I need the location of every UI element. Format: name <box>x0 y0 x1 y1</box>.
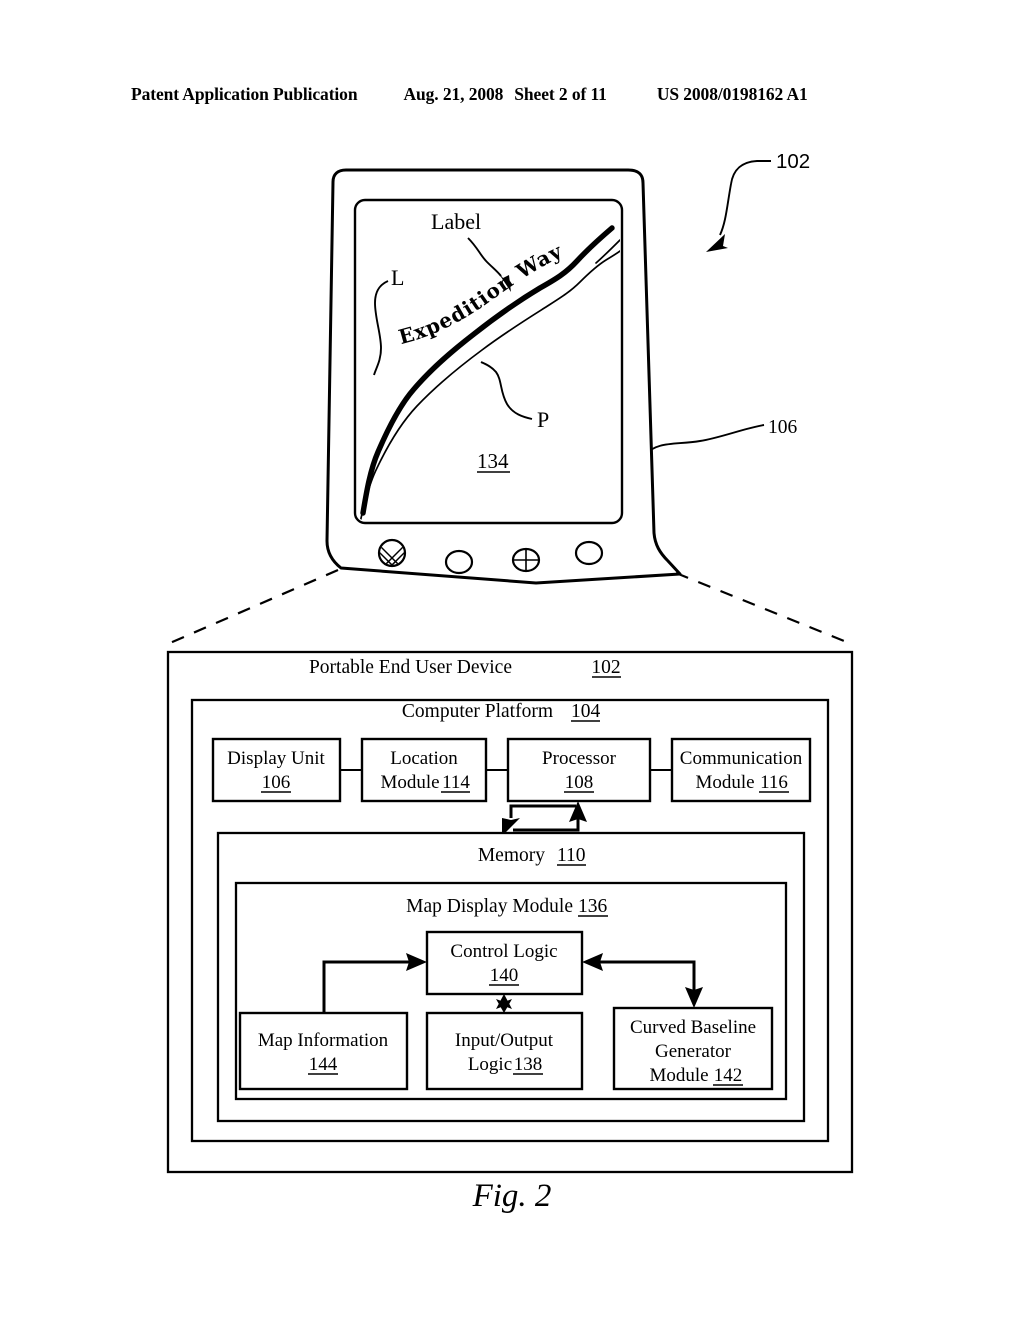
module-curved-baseline-generator-line2: Generator <box>655 1041 732 1062</box>
annotation-L-text: L <box>391 265 404 290</box>
module-input-output-logic[interactable] <box>425 1011 584 1091</box>
module-communication-ref: 116 <box>760 772 788 793</box>
annotation-P-text: P <box>537 407 549 432</box>
module-processor-ref: 108 <box>565 772 594 793</box>
annotation-label-text: Label <box>431 209 481 234</box>
outer-box-title: Portable End User Device <box>309 657 512 678</box>
module-curved-baseline-generator-line3: Module <box>649 1065 708 1086</box>
module-communication-label-line2: Module <box>695 772 754 793</box>
module-input-output-logic-label-line1: Input/Output <box>455 1030 554 1051</box>
portable-device-illustration: Expedition Way Label L P 134 <box>325 168 682 585</box>
computer-platform-title: Computer Platform <box>402 701 553 722</box>
figure-drawing: 102 106 Expeditio Way Label L P 134 Port… <box>166 150 854 1174</box>
ref-106-text: 106 <box>768 417 798 438</box>
module-communication-label-line1: Communication <box>680 748 803 769</box>
memory-title: Memory <box>478 845 545 866</box>
ref-134-text: 134 <box>477 449 509 473</box>
module-location-label-line1: Location <box>390 748 458 769</box>
module-processor-label: Processor <box>542 748 617 769</box>
patent-figure-page: Patent Application Publication Aug. 21, … <box>0 0 1024 1320</box>
device-screen <box>353 198 624 525</box>
module-map-information[interactable] <box>238 1011 409 1091</box>
module-input-output-logic-label-line2: Logic <box>468 1054 512 1075</box>
module-display-unit-ref: 106 <box>262 772 291 793</box>
block-diagram: Portable End User Device 102 Computer Pl… <box>166 650 854 1174</box>
map-display-module-title: Map Display Module <box>406 896 573 917</box>
module-map-information-ref: 144 <box>309 1054 338 1075</box>
module-input-output-logic-ref: 138 <box>514 1054 543 1075</box>
plain-button-1[interactable] <box>444 549 474 575</box>
hatched-button[interactable] <box>377 538 407 568</box>
plain-button-2[interactable] <box>574 540 604 566</box>
module-curved-baseline-generator-ref: 142 <box>714 1065 743 1086</box>
module-location-ref: 114 <box>442 772 470 793</box>
ref-102-text: 102 <box>776 150 810 173</box>
module-curved-baseline-generator-line1: Curved Baseline <box>630 1017 756 1038</box>
memory-ref: 110 <box>557 845 586 866</box>
outer-box-ref: 102 <box>591 657 620 678</box>
module-control-logic-ref: 140 <box>490 965 519 986</box>
module-control-logic-label: Control Logic <box>450 941 557 962</box>
computer-platform-ref: 104 <box>571 701 601 722</box>
ref-102-leader <box>706 160 771 252</box>
module-map-information-label: Map Information <box>258 1030 389 1051</box>
module-location-label-line2: Module <box>380 772 439 793</box>
module-display-unit-label: Display Unit <box>227 748 325 769</box>
map-display-module-ref: 136 <box>578 896 608 917</box>
